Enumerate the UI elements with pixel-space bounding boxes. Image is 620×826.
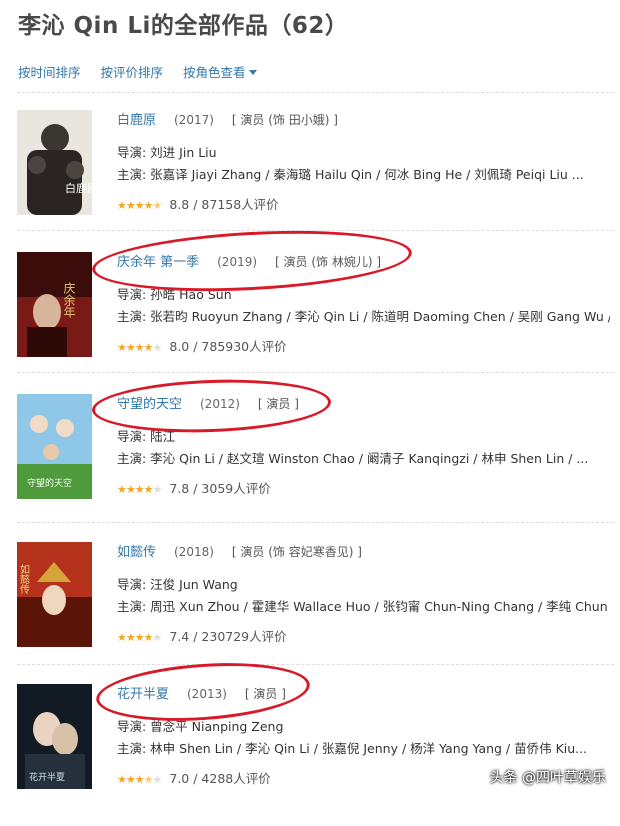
divider (17, 522, 614, 523)
page-title: 李沁 Qin Li的全部作品（62） (18, 13, 349, 39)
work-role: [ 演员 (饰 林婉儿) ] (275, 255, 382, 269)
poster-image[interactable]: 白鹿原 (17, 110, 92, 215)
divider (17, 372, 614, 373)
poster-text: 如懿传 (18, 563, 30, 595)
work-title-link[interactable]: 如懿传 (117, 545, 156, 560)
work-role: [ 演员 ] (244, 687, 286, 701)
work-year: (2013) (187, 687, 227, 701)
work-role: [ 演员 ] (257, 397, 299, 411)
sort-by-rating-link[interactable]: 按评价排序 (101, 65, 164, 80)
rating-line: ★★★★★ 8.8 / 87158人评价 (117, 195, 610, 215)
work-title-link[interactable]: 庆余年 第一季 (117, 255, 199, 270)
director-line: 导演: 陆江 (117, 429, 176, 444)
divider (17, 664, 614, 665)
director-line: 导演: 孙皓 Hao Sun (117, 287, 232, 302)
rating-text: 7.0 / 4288人评价 (169, 771, 271, 786)
director-line: 导演: 汪俊 Jun Wang (117, 577, 238, 592)
poster-image[interactable]: 守望的天空 (17, 394, 92, 499)
poster-text: 守望的天空 (27, 477, 72, 489)
view-by-role-dropdown[interactable]: 按角色查看 (183, 65, 257, 80)
cast-line: 主演: 张嘉译 Jiayi Zhang / 秦海璐 Hailu Qin / 何冰… (117, 167, 584, 182)
star-rating-icon: ★★★★★ (117, 483, 162, 496)
work-role: [ 演员 (饰 容妃寒香见) ] (231, 545, 362, 559)
poster-text: 白鹿原 (65, 181, 92, 195)
rating-line: ★★★★★ 7.8 / 3059人评价 (117, 479, 610, 499)
work-item: 花开半夏 花开半夏 (2013) [ 演员 ] 导演: 曾念平 Nianping… (0, 684, 620, 826)
sort-bar: 按时间排序 按评价排序 按角色查看 (18, 62, 273, 81)
rating-line: ★★★★★ 7.4 / 230729人评价 (117, 627, 610, 647)
work-title-link[interactable]: 白鹿原 (117, 113, 156, 128)
director-line: 导演: 刘进 Jin Liu (117, 145, 217, 160)
watermark: 头条 @四叶草娱乐 (489, 770, 606, 786)
poster-image[interactable]: 庆余年 (17, 252, 92, 357)
chevron-down-icon (248, 70, 257, 75)
cast-line: 主演: 李沁 Qin Li / 赵文瑄 Winston Chao / 阚清子 K… (117, 451, 589, 466)
cast-line: 主演: 周迅 Xun Zhou / 霍建华 Wallace Huo / 张钧甯 … (117, 599, 610, 614)
rating-text: 8.8 / 87158人评价 (169, 197, 279, 212)
cast-line: 主演: 张若昀 Ruoyun Zhang / 李沁 Qin Li / 陈道明 D… (117, 309, 610, 324)
rating-text: 7.4 / 230729人评价 (169, 629, 287, 644)
star-rating-icon: ★★★★★ (117, 199, 162, 212)
poster-text: 庆余年 (62, 282, 76, 318)
work-title-link[interactable]: 守望的天空 (117, 397, 182, 412)
work-year: (2012) (200, 397, 240, 411)
star-rating-icon: ★★★★★ (117, 631, 162, 644)
star-rating-icon: ★★★★★ (117, 341, 162, 354)
rating-line: ★★★★★ 8.0 / 785930人评价 (117, 337, 610, 357)
work-item: 如懿传 如懿传 (2018) [ 演员 (饰 容妃寒香见) ] 导演: 汪俊 J… (0, 542, 620, 684)
poster-text: 花开半夏 (29, 771, 65, 783)
poster-image[interactable]: 花开半夏 (17, 684, 92, 789)
view-by-role-label: 按角色查看 (183, 65, 246, 80)
divider (17, 92, 614, 93)
rating-text: 8.0 / 785930人评价 (169, 339, 287, 354)
work-year: (2017) (174, 113, 214, 127)
director-line: 导演: 曾念平 Nianping Zeng (117, 719, 284, 734)
work-title-link[interactable]: 花开半夏 (117, 687, 169, 702)
divider (17, 230, 614, 231)
work-year: (2018) (174, 545, 214, 559)
poster-image[interactable]: 如懿传 (17, 542, 92, 647)
cast-line: 主演: 林申 Shen Lin / 李沁 Qin Li / 张嘉倪 Jenny … (117, 741, 588, 756)
rating-text: 7.8 / 3059人评价 (169, 481, 271, 496)
star-rating-icon: ★★★★★ (117, 773, 162, 786)
work-year: (2019) (217, 255, 258, 269)
work-item: 守望的天空 守望的天空 (2012) [ 演员 ] 导演: 陆江 主演: 李沁 … (0, 394, 620, 536)
sort-by-time-link[interactable]: 按时间排序 (18, 65, 81, 80)
work-role: [ 演员 (饰 田小娥) ] (231, 113, 338, 127)
